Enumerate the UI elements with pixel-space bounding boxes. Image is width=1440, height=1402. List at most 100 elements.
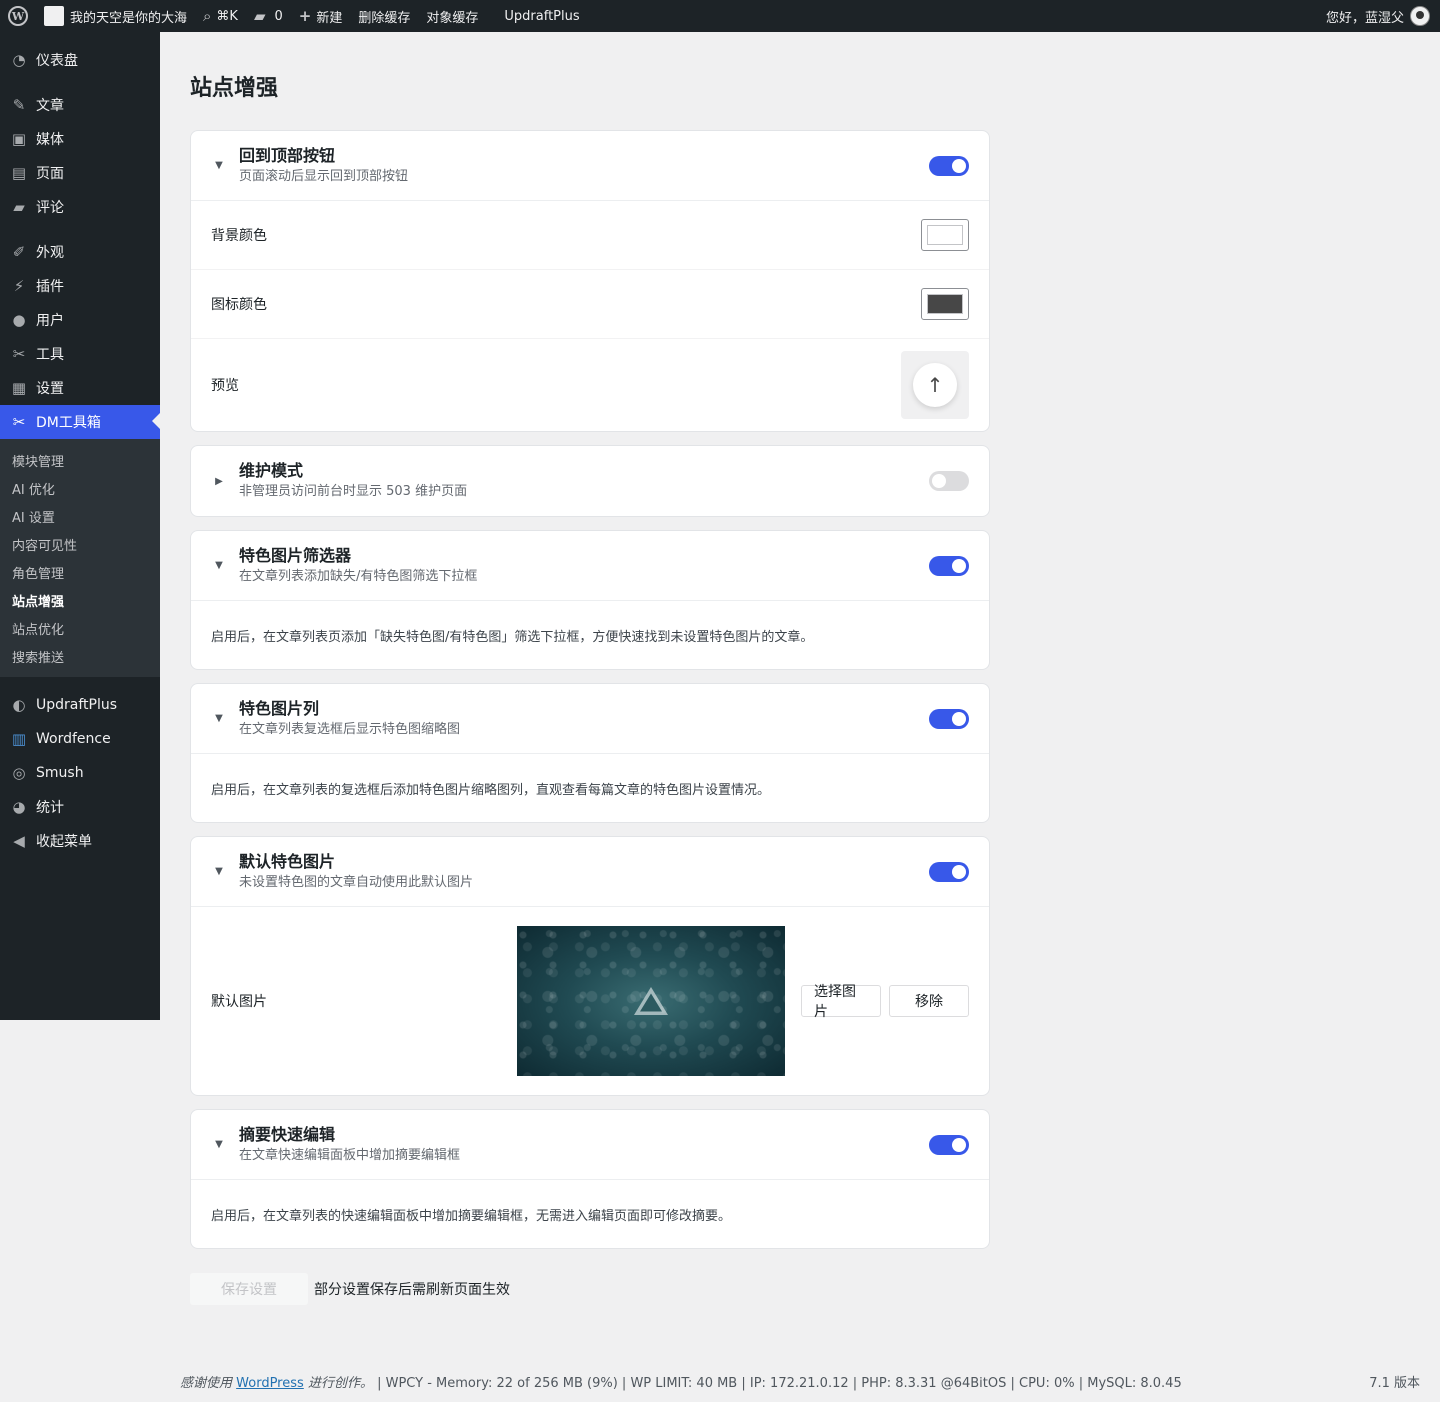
wordpress-link[interactable]: WordPress	[236, 1376, 304, 1391]
card-info-text: 启用后，在文章列表页添加「缺失特色图/有特色图」筛选下拉框，方便快速找到未设置特…	[211, 629, 814, 645]
icon-color-preview	[927, 294, 963, 314]
card-description: 非管理员访问前台时显示 503 维护页面	[239, 484, 468, 499]
card-info-text: 启用后，在文章列表的快速编辑面板中增加摘要编辑框，无需进入编辑页面即可修改摘要。	[211, 1208, 732, 1224]
menu-tools[interactable]: ✂ 工具	[0, 337, 160, 371]
caret-down-icon[interactable]: ▼	[211, 866, 227, 877]
menu-users[interactable]: ● 用户	[0, 303, 160, 337]
wordfence-icon: ▥	[11, 730, 27, 748]
submenu-search-push[interactable]: 搜索推送	[0, 642, 160, 670]
menu-dm-toolbox[interactable]: ✂ DM工具箱	[0, 405, 160, 439]
menu-appearance[interactable]: ✐ 外观	[0, 235, 160, 269]
submenu-module-management[interactable]: 模块管理	[0, 446, 160, 474]
menu-wordfence[interactable]: ▥ Wordfence	[0, 722, 160, 756]
card-header[interactable]: ▼ 特色图片筛选器 在文章列表添加缺失/有特色图筛选下拉框	[191, 531, 989, 601]
admin-footer: 感谢使用 WordPress 进行创作。 | WPCY - Memory: 22…	[180, 1372, 1420, 1391]
page-icon: ▤	[11, 164, 27, 182]
menu-label: UpdraftPlus	[36, 697, 118, 713]
menu-label: 文章	[36, 98, 64, 114]
caret-down-icon[interactable]: ▼	[211, 1139, 227, 1150]
menu-label: 媒体	[36, 132, 64, 148]
save-bar: 保存设置 部分设置保存后需刷新页面生效	[190, 1273, 990, 1305]
card-header[interactable]: ▼ 摘要快速编辑 在文章快速编辑面板中增加摘要编辑框	[191, 1110, 989, 1180]
menu-label: 页面	[36, 166, 64, 182]
menu-label: 用户	[36, 313, 64, 329]
menu-dashboard[interactable]: ◔ 仪表盘	[0, 43, 160, 77]
menu-plugins[interactable]: ⚡ 插件	[0, 269, 160, 303]
thumb-filter-toggle[interactable]	[929, 555, 969, 576]
card-header[interactable]: ▶ 维护模式 非管理员访问前台时显示 503 维护页面	[191, 446, 989, 516]
my-account-menu[interactable]: 您好，蓝湿父	[1318, 0, 1430, 32]
card-title: 默认特色图片	[239, 851, 336, 871]
default-thumb-toggle[interactable]	[929, 861, 969, 882]
object-cache-menu[interactable]: 对象缓存	[418, 0, 486, 32]
card-header[interactable]: ▼ 特色图片列 在文章列表复选框后显示特色图缩略图	[191, 684, 989, 754]
comments-menu[interactable]: ▰ 0	[246, 0, 291, 32]
brush-icon: ✐	[12, 243, 26, 261]
clear-cache-label: 删除缓存	[358, 10, 411, 26]
menu-pages[interactable]: ▤ 页面	[0, 156, 160, 190]
footer-left: 感谢使用 WordPress 进行创作。 | WPCY - Memory: 22…	[180, 1372, 1182, 1391]
updraftplus-menu[interactable]: UpdraftPlus	[496, 0, 587, 32]
dm-toolbox-submenu: 模块管理 AI 优化 AI 设置 内容可见性 角色管理 站点增强 站点优化 搜索…	[0, 439, 160, 677]
collapse-arrow-icon: ◀	[13, 832, 25, 850]
remove-image-button[interactable]: 移除	[889, 985, 969, 1017]
card-title: 特色图片列	[239, 698, 320, 718]
back-to-top-toggle[interactable]	[929, 155, 969, 176]
menu-label: DM工具箱	[36, 415, 101, 431]
card-description: 在文章列表复选框后显示特色图缩略图	[239, 721, 461, 737]
dashboard-gauge-icon: ◔	[12, 51, 26, 69]
menu-stats[interactable]: ◕ 统计	[0, 790, 160, 824]
menu-posts[interactable]: ✎ 文章	[0, 88, 160, 122]
card-maintenance: ▶ 维护模式 非管理员访问前台时显示 503 维护页面	[190, 445, 990, 517]
menu-updraftplus[interactable]: ◐ UpdraftPlus	[0, 688, 160, 722]
thumb-column-toggle[interactable]	[929, 708, 969, 729]
smush-icon: ◎	[12, 764, 26, 782]
menu-label: Wordfence	[36, 731, 111, 747]
card-header[interactable]: ▼ 回到顶部按钮 页面滚动后显示回到顶部按钮	[191, 131, 989, 201]
save-settings-button[interactable]: 保存设置	[190, 1273, 308, 1305]
submenu-role-management[interactable]: 角色管理	[0, 558, 160, 586]
menu-settings[interactable]: ▦ 设置	[0, 371, 160, 405]
excerpt-edit-toggle[interactable]	[929, 1134, 969, 1155]
bg-color-row: 背景颜色	[191, 201, 989, 270]
card-title: 摘要快速编辑	[239, 1124, 336, 1144]
menu-label: 工具	[36, 347, 64, 363]
submenu-ai-optimize[interactable]: AI 优化	[0, 474, 160, 502]
menu-media[interactable]: ▣ 媒体	[0, 122, 160, 156]
default-image-label: 默认图片	[211, 994, 267, 1010]
menu-collapse[interactable]: ◀ 收起菜单	[0, 824, 160, 858]
updraftplus-icon: ◐	[12, 696, 26, 714]
icon-color-label: 图标颜色	[211, 297, 267, 313]
submenu-content-visibility[interactable]: 内容可见性	[0, 530, 160, 558]
new-content-menu[interactable]: + 新建	[291, 0, 351, 32]
preview-area: ↑	[901, 351, 969, 419]
clear-cache-menu[interactable]: 删除缓存	[350, 0, 418, 32]
wordpress-logo-menu[interactable]: W	[0, 0, 36, 32]
footer-version: 7.1 版本	[1369, 1376, 1420, 1391]
site-name-menu[interactable]: 我的天空是你的大海	[36, 0, 195, 32]
caret-down-icon[interactable]: ▼	[211, 560, 227, 571]
avatar	[1410, 6, 1430, 26]
wrench-icon: ✂	[12, 345, 26, 363]
card-header[interactable]: ▼ 默认特色图片 未设置特色图的文章自动使用此默认图片	[191, 837, 989, 907]
maintenance-toggle[interactable]	[929, 471, 969, 491]
card-title: 回到顶部按钮	[239, 145, 336, 165]
bg-color-label: 背景颜色	[211, 228, 267, 244]
icon-color-picker[interactable]	[921, 288, 969, 320]
submenu-site-enhance[interactable]: 站点增强	[0, 586, 160, 614]
greeting: 您好，蓝湿父	[1325, 10, 1404, 26]
caret-down-icon[interactable]: ▼	[211, 713, 227, 724]
choose-image-button[interactable]: 选择图片	[801, 984, 881, 1020]
settings-icon: ▦	[11, 379, 27, 397]
menu-comments[interactable]: ▰ 评论	[0, 190, 160, 224]
caret-down-icon[interactable]: ▼	[211, 160, 227, 171]
submenu-ai-settings[interactable]: AI 设置	[0, 502, 160, 530]
search-menu[interactable]: ⌕ ⌘K	[195, 0, 246, 32]
caret-right-icon[interactable]: ▶	[211, 476, 227, 487]
menu-smush[interactable]: ◎ Smush	[0, 756, 160, 790]
triangle-logo-inner	[640, 993, 662, 1012]
menu-label: 收起菜单	[36, 834, 92, 850]
submenu-site-optimize[interactable]: 站点优化	[0, 614, 160, 642]
bg-color-picker[interactable]	[921, 219, 969, 251]
default-image-preview	[517, 926, 785, 1076]
